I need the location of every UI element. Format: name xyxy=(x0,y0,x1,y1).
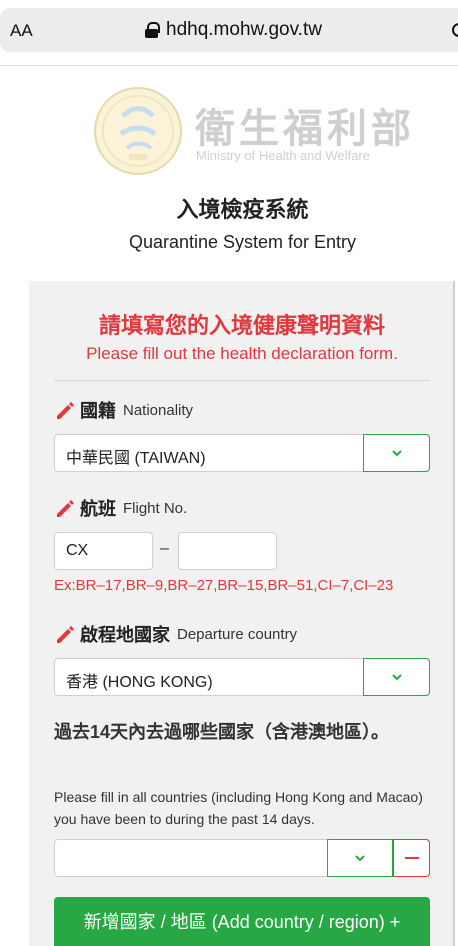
pencil-icon xyxy=(57,402,74,419)
form-title-zh: 請填寫您的入境健康聲明資料 xyxy=(98,313,385,338)
nationality-label: 國籍 Nationality xyxy=(54,397,193,423)
visited-country-dropdown-button[interactable] xyxy=(327,839,393,877)
pencil-icon xyxy=(57,626,74,643)
visited-question-en: Please fill in all countries (including … xyxy=(54,789,423,827)
nationality-select[interactable]: 中華民國 (TAIWAN) xyxy=(54,434,430,472)
visited-country-row xyxy=(54,839,430,877)
visited-question-zh: 過去14天內去過哪些國家（含港澳地區）。 xyxy=(54,722,390,742)
chevron-down-icon xyxy=(391,673,402,680)
page: AA hdhq.mohw.gov.tw 衛生福利部 Ministry of He… xyxy=(0,0,458,946)
nationality-label-zh: 國籍 xyxy=(80,401,116,421)
address-bar-divider xyxy=(0,65,458,66)
form-divider xyxy=(54,380,430,381)
url-field[interactable]: hdhq.mohw.gov.tw xyxy=(145,19,322,41)
add-country-button[interactable]: 新增國家 / 地區 (Add country / region) + xyxy=(54,897,430,946)
browser-address-bar[interactable]: AA hdhq.mohw.gov.tw xyxy=(0,8,458,52)
chevron-down-icon xyxy=(355,854,365,861)
flight-airline-value: CX xyxy=(66,542,89,559)
system-title-zh: 入境檢疫系統 xyxy=(176,197,309,222)
text-size-button[interactable]: AA xyxy=(10,21,33,41)
system-title-en: Quarantine System for Entry xyxy=(128,232,357,252)
departure-country-select[interactable]: 香港 (HONG KONG) xyxy=(54,658,430,696)
visited-country-input[interactable] xyxy=(54,839,329,877)
form-title-en: Please fill out the health declaration f… xyxy=(86,344,398,363)
flight-label-zh: 航班 xyxy=(80,499,116,519)
departure-country-value: 香港 (HONG KONG) xyxy=(66,674,213,691)
departure-dropdown-button[interactable] xyxy=(363,658,430,696)
departure-label-zh: 啟程地國家 xyxy=(80,625,170,645)
pencil-icon xyxy=(57,500,74,517)
nationality-label-en: Nationality xyxy=(123,401,194,419)
ministry-name-en: Ministry of Health and Welfare xyxy=(196,148,370,163)
departure-label-en: Departure country xyxy=(177,625,298,643)
flight-example-hint: Ex:BR–17,BR–9,BR–27,BR–15,BR–51,CI–7,CI–… xyxy=(54,577,394,594)
remove-country-button[interactable] xyxy=(393,839,430,877)
reload-icon[interactable] xyxy=(452,23,458,37)
ministry-name-zh: 衛生福利部 xyxy=(195,106,415,152)
departure-label: 啟程地國家 Departure country xyxy=(54,621,297,647)
flight-airline-input[interactable]: CX xyxy=(54,532,153,570)
ministry-logo-icon xyxy=(94,87,182,175)
minus-icon xyxy=(404,857,419,859)
flight-separator: – xyxy=(160,540,169,557)
nationality-dropdown-button[interactable] xyxy=(363,434,430,472)
chevron-down-icon xyxy=(391,449,402,456)
flight-label: 航班 Flight No. xyxy=(54,495,187,521)
lock-icon xyxy=(145,22,160,38)
url-text: hdhq.mohw.gov.tw xyxy=(166,19,322,40)
flight-label-en: Flight No. xyxy=(123,499,188,517)
flight-number-input[interactable] xyxy=(178,532,277,570)
nationality-value: 中華民國 (TAIWAN) xyxy=(66,450,206,467)
